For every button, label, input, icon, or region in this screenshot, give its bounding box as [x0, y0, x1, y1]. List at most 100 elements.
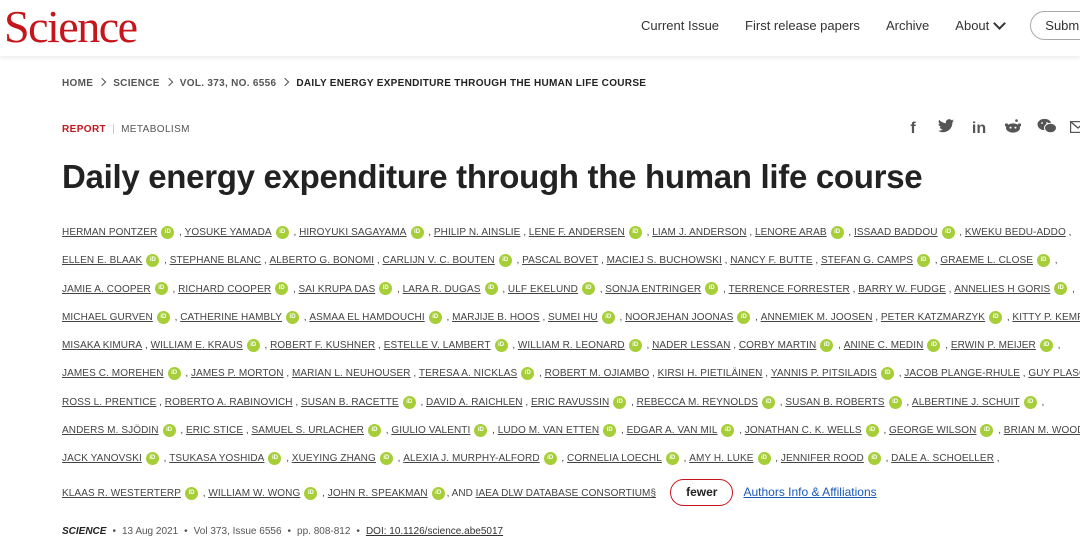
- author-name[interactable]: YANNIS P. PITSILADIS: [771, 368, 877, 379]
- orcid-icon[interactable]: iD: [156, 310, 170, 324]
- author-name[interactable]: HIROYUKI SAGAYAMA: [299, 227, 406, 238]
- author-name[interactable]: RICHARD COOPER: [178, 284, 271, 295]
- orcid-icon[interactable]: iD: [757, 452, 771, 466]
- author-name[interactable]: BARRY W. FUDGE: [858, 284, 946, 295]
- author-name[interactable]: ALEXIA J. MURPHY-ALFORD: [403, 453, 539, 464]
- nav-current-issue[interactable]: Current Issue: [641, 18, 719, 33]
- author-name[interactable]: ROBERT F. KUSHNER: [270, 340, 375, 351]
- author-name[interactable]: ANINE C. MEDIN: [844, 340, 924, 351]
- nav-submit-button[interactable]: Subm: [1030, 10, 1080, 40]
- author-name[interactable]: ROBERTO A. RABINOVICH: [165, 397, 293, 408]
- orcid-icon[interactable]: iD: [628, 339, 642, 353]
- author-name[interactable]: SUSAN B. RACETTE: [301, 397, 399, 408]
- author-name[interactable]: ALBERTO G. BONOMI: [269, 255, 374, 266]
- consortium-name[interactable]: IAEA DLW DATABASE CONSORTIUM§: [476, 488, 657, 499]
- orcid-icon[interactable]: iD: [880, 367, 894, 381]
- author-name[interactable]: ISSAAD BADDOU: [854, 227, 938, 238]
- orcid-icon[interactable]: iD: [603, 423, 617, 437]
- author-name[interactable]: XUEYING ZHANG: [292, 453, 376, 464]
- author-name[interactable]: SAMUEL S. URLACHER: [251, 425, 364, 436]
- orcid-icon[interactable]: iD: [665, 452, 679, 466]
- author-name[interactable]: GRAEME L. CLOSE: [940, 255, 1033, 266]
- author-name[interactable]: JENNIFER ROOD: [781, 453, 864, 464]
- author-name[interactable]: JACOB PLANGE-RHULE: [904, 368, 1020, 379]
- author-name[interactable]: GUY PLASQUI: [1028, 368, 1080, 379]
- author-name[interactable]: ANNEMIEK M. JOOSEN: [761, 312, 873, 323]
- author-name[interactable]: LUDO M. VAN ETTEN: [498, 425, 600, 436]
- author-name[interactable]: JAMES P. MORTON: [191, 368, 284, 379]
- authors-info-affiliations-link[interactable]: Authors Info & Affiliations: [743, 485, 876, 499]
- author-name[interactable]: LIAM J. ANDERSON: [652, 227, 746, 238]
- orcid-icon[interactable]: iD: [161, 225, 175, 239]
- author-name[interactable]: ESTELLE V. LAMBERT: [384, 340, 491, 351]
- author-name[interactable]: EDGAR A. VAN MIL: [627, 425, 718, 436]
- doi-link[interactable]: DOI: 10.1126/science.abe5017: [366, 526, 503, 537]
- breadcrumb-science[interactable]: SCIENCE: [113, 78, 160, 89]
- author-name[interactable]: PETER KATZMARZYK: [881, 312, 985, 323]
- author-name[interactable]: JAMIE A. COOPER: [62, 284, 151, 295]
- author-name[interactable]: SONJA ENTRINGER: [605, 284, 701, 295]
- nav-first-release-papers[interactable]: First release papers: [745, 18, 860, 33]
- author-name[interactable]: ERIC STICE: [186, 425, 243, 436]
- orcid-icon[interactable]: iD: [154, 282, 168, 296]
- author-name[interactable]: AMY H. LUKE: [689, 453, 753, 464]
- orcid-icon[interactable]: iD: [162, 423, 176, 437]
- author-name[interactable]: TSUKASA YOSHIDA: [169, 453, 264, 464]
- author-name[interactable]: JOHN R. SPEAKMAN: [328, 488, 428, 499]
- author-name[interactable]: YOSUKE YAMADA: [185, 227, 272, 238]
- orcid-icon[interactable]: iD: [762, 395, 776, 409]
- author-name[interactable]: PASCAL BOVET: [522, 255, 598, 266]
- author-name[interactable]: WILLIAM W. WONG: [208, 488, 300, 499]
- orcid-icon[interactable]: iD: [989, 310, 1003, 324]
- author-name[interactable]: MACIEJ S. BUCHOWSKI: [607, 255, 722, 266]
- author-name[interactable]: LARA R. DUGAS: [403, 284, 481, 295]
- orcid-icon[interactable]: iD: [379, 452, 393, 466]
- author-name[interactable]: CORBY MARTIN: [739, 340, 817, 351]
- email-icon[interactable]: [1069, 120, 1080, 138]
- orcid-icon[interactable]: iD: [888, 395, 902, 409]
- author-name[interactable]: ROSS L. PRENTICE: [62, 397, 156, 408]
- author-name[interactable]: CATHERINE HAMBLY: [180, 312, 282, 323]
- author-name[interactable]: MISAKA KIMURA: [62, 340, 142, 351]
- orcid-icon[interactable]: iD: [917, 254, 931, 268]
- author-name[interactable]: ANNELIES H GORIS: [954, 284, 1050, 295]
- author-name[interactable]: TERESA A. NICKLAS: [419, 368, 517, 379]
- author-name[interactable]: ERWIN P. MEIJER: [951, 340, 1036, 351]
- author-name[interactable]: NOORJEHAN JOONAS: [625, 312, 733, 323]
- orcid-icon[interactable]: iD: [1054, 282, 1068, 296]
- orcid-icon[interactable]: iD: [484, 282, 498, 296]
- author-name[interactable]: NANCY F. BUTTE: [730, 255, 812, 266]
- author-name[interactable]: ULF EKELUND: [508, 284, 578, 295]
- orcid-icon[interactable]: iD: [820, 339, 834, 353]
- orcid-icon[interactable]: iD: [474, 423, 488, 437]
- author-name[interactable]: JONATHAN C. K. WELLS: [745, 425, 862, 436]
- orcid-icon[interactable]: iD: [737, 310, 751, 324]
- orcid-icon[interactable]: iD: [613, 395, 627, 409]
- author-name[interactable]: LENE F. ANDERSEN: [529, 227, 625, 238]
- author-name[interactable]: JACK YANOVSKI: [62, 453, 142, 464]
- author-name[interactable]: SAI KRUPA DAS: [299, 284, 376, 295]
- orcid-icon[interactable]: iD: [543, 452, 557, 466]
- author-name[interactable]: TERRENCE FORRESTER: [729, 284, 850, 295]
- author-name[interactable]: GEORGE WILSON: [889, 425, 976, 436]
- breadcrumb-volume[interactable]: VOL. 373, NO. 6556: [180, 78, 277, 89]
- author-name[interactable]: SUMEI HU: [548, 312, 598, 323]
- nav-about[interactable]: About: [955, 16, 1007, 33]
- twitter-icon[interactable]: [938, 119, 954, 138]
- orcid-icon[interactable]: iD: [980, 423, 994, 437]
- author-name[interactable]: ROBERT M. OJIAMBO: [545, 368, 650, 379]
- orcid-icon[interactable]: iD: [830, 225, 844, 239]
- author-name[interactable]: PHILIP N. AINSLIE: [434, 227, 521, 238]
- orcid-icon[interactable]: iD: [927, 339, 941, 353]
- orcid-icon[interactable]: iD: [167, 367, 181, 381]
- facebook-icon[interactable]: f: [905, 120, 921, 138]
- reddit-icon[interactable]: [1004, 119, 1022, 138]
- orcid-icon[interactable]: iD: [941, 225, 955, 239]
- author-name[interactable]: MICHAEL GURVEN: [62, 312, 153, 323]
- author-name[interactable]: CORNELIA LOECHL: [567, 453, 662, 464]
- orcid-icon[interactable]: iD: [867, 452, 881, 466]
- orcid-icon[interactable]: iD: [521, 367, 535, 381]
- author-name[interactable]: MARJIJE B. HOOS: [452, 312, 540, 323]
- orcid-icon[interactable]: iD: [402, 395, 416, 409]
- author-name[interactable]: WILLIAM R. LEONARD: [518, 340, 625, 351]
